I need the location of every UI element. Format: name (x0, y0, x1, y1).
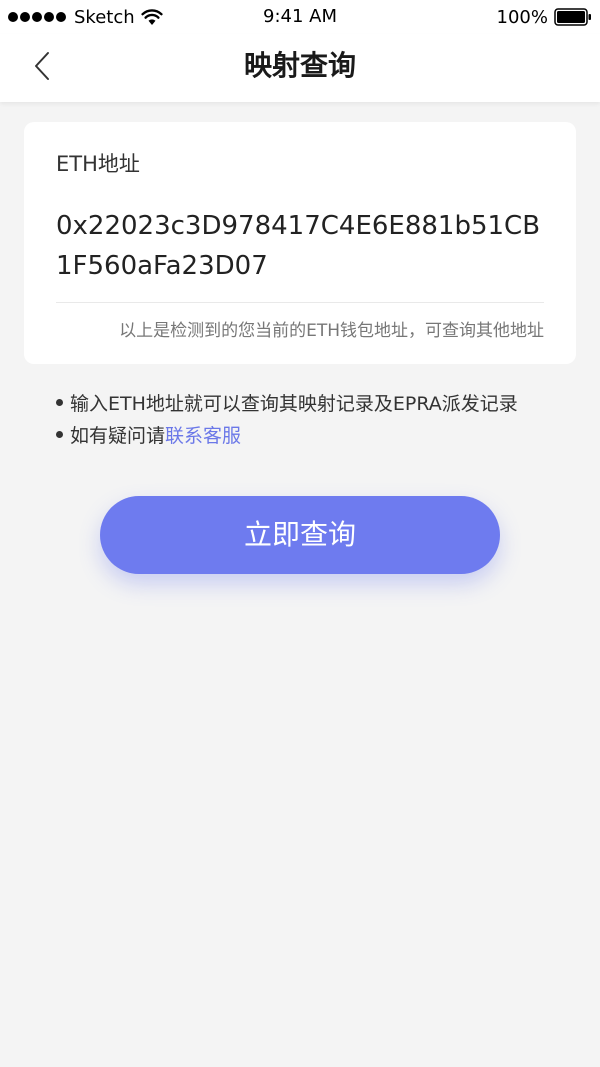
page-title: 映射查询 (243, 49, 356, 82)
note-text: 如有疑问请 (70, 424, 166, 447)
eth-address-hint: 以上是检测到的您当前的ETH钱包地址，可查询其他地址 (119, 321, 544, 341)
note-text: 输入ETH地址就可以查询其映射记录及EPRA派发记录 (70, 392, 518, 415)
status-right: 100% (497, 5, 592, 29)
note-item: 输入ETH地址就可以查询其映射记录及EPRA派发记录 (56, 386, 576, 418)
bullet (56, 398, 63, 406)
eth-address-card: ETH地址 0x22023c3D978417C4E6E881b51CB1F560… (24, 122, 576, 364)
query-now-button[interactable]: 立即查询 (100, 496, 500, 574)
battery-percentage: 100% (496, 6, 548, 28)
bullet (56, 430, 63, 438)
navigation-bar: 映射查询 (0, 34, 600, 102)
contact-support-link[interactable]: 联系客服 (165, 421, 241, 448)
note-item: 如有疑问请 联系客服 (56, 418, 576, 450)
notes-list: 输入ETH地址就可以查询其映射记录及EPRA派发记录 如有疑问请 联系客服 (56, 386, 576, 450)
status-bar: Sketch 9:41 AM 100% (0, 0, 600, 34)
battery-icon (554, 8, 591, 26)
eth-address-label: ETH地址 (56, 152, 140, 176)
card-divider (56, 302, 544, 303)
eth-address-value[interactable]: 0x22023c3D978417C4E6E881b51CB1F560aFa23D… (56, 206, 546, 286)
